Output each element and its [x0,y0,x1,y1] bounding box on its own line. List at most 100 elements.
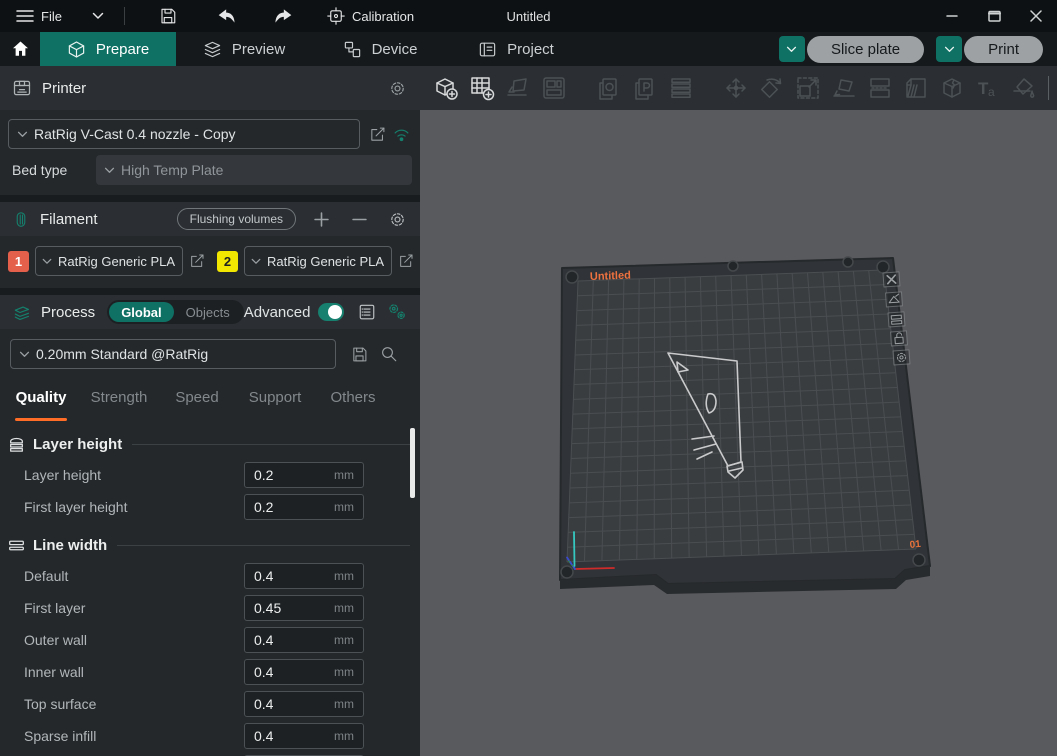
split-to-parts-icon[interactable] [631,75,658,102]
close-button[interactable] [1015,0,1057,32]
prepare-icon [67,40,86,59]
undo-button[interactable] [211,4,243,28]
rotate-icon[interactable] [758,75,785,102]
tab-speed[interactable]: Speed [158,383,236,418]
arrange-icon[interactable] [540,75,567,102]
plate-name-label: Untitled [590,270,631,283]
scope-global-button[interactable]: Global [109,302,173,322]
viewport-3d[interactable]: Untitled 01 [420,110,1057,756]
home-button[interactable] [0,32,40,66]
minimize-button[interactable] [931,0,973,32]
parameter-table-icon[interactable] [356,301,378,323]
tab-prepare[interactable]: Prepare [40,32,176,66]
calibration-button[interactable]: Calibration [321,3,420,29]
filament-2-badge: 2 [217,251,238,272]
plate-settings-gear-icon[interactable] [893,350,910,365]
flushing-volumes-button[interactable]: Flushing volumes [177,208,296,230]
line-width-top-surface-input[interactable] [245,696,315,712]
bed-type-dropdown[interactable]: High Temp Plate [96,155,412,185]
arrange-plate-icon[interactable] [888,312,905,327]
line-width-sparse-infill-input[interactable] [245,728,315,744]
device-icon [343,40,362,59]
color-painting-icon[interactable] [1010,75,1037,102]
tab-prepare-label: Prepare [96,41,149,58]
redo-button[interactable] [267,4,299,28]
add-plate-icon[interactable] [468,75,495,102]
search-icon[interactable] [378,343,400,365]
text-tool-icon[interactable]: Ta [974,75,1001,102]
edit-filament-1-icon[interactable] [189,250,205,272]
advanced-label: Advanced [244,304,311,321]
printer-preset-value: RatRig V-Cast 0.4 nozzle - Copy [34,126,236,142]
line-width-outer-wall-input[interactable] [245,632,315,648]
tab-device[interactable]: Device [312,32,448,66]
file-menu[interactable]: File [10,5,68,28]
print-dropdown[interactable] [936,36,962,62]
params-panel: Layer height Layer height mm First layer… [0,418,420,756]
edit-filament-2-icon[interactable] [398,250,414,272]
file-menu-dropdown[interactable] [86,8,110,24]
move-icon[interactable] [722,75,749,102]
process-preset-value: 0.20mm Standard @RatRig [36,346,208,362]
auto-orient-icon[interactable] [504,75,531,102]
plate-grid-area[interactable] [567,270,916,562]
tab-quality[interactable]: Quality [2,383,80,418]
line-width-first-layer-input[interactable] [245,600,315,616]
variable-layer-height-icon[interactable] [667,75,694,102]
layer-height-input[interactable] [245,467,315,483]
compare-presets-gears-icon[interactable] [386,301,408,323]
value-box: mm [244,494,364,520]
cut-icon[interactable] [866,75,893,102]
top-strip: Printer [0,66,1057,110]
split-to-objects-icon[interactable] [595,75,622,102]
advanced-toggle[interactable] [318,303,344,321]
lay-on-face-icon[interactable] [830,75,857,102]
line-width-inner-wall-input[interactable] [245,664,315,680]
build-plate-canvas[interactable]: Untitled 01 [420,110,1057,756]
remove-filament-icon[interactable] [348,208,370,230]
rename-plate-icon[interactable] [886,292,903,307]
layer-height-group-icon [8,437,25,452]
filament-settings-gear-icon[interactable] [386,208,408,230]
tab-strength[interactable]: Strength [80,383,158,418]
filament-1-dropdown[interactable]: RatRig Generic PLA [35,246,183,276]
printer-settings-gear-icon[interactable] [386,77,408,99]
scale-icon[interactable] [794,75,821,102]
filament-2-value: RatRig Generic PLA [267,254,384,269]
redo-icon [273,8,293,24]
line-width-default-input[interactable] [245,568,315,584]
group-divider-line [132,444,410,445]
save-button[interactable] [153,3,183,29]
tab-preview[interactable]: Preview [176,32,312,66]
tab-others[interactable]: Others [314,383,392,418]
print-button[interactable]: Print [964,36,1043,63]
edit-printer-icon[interactable] [366,123,388,145]
toolbar-separator [1048,76,1049,100]
add-filament-icon[interactable] [310,208,332,230]
maximize-button[interactable] [973,0,1015,32]
filament-2-dropdown[interactable]: RatRig Generic PLA [244,246,392,276]
delete-plate-icon[interactable] [883,272,900,287]
process-preset-dropdown[interactable]: 0.20mm Standard @RatRig [10,339,336,369]
slice-plate-dropdown[interactable] [779,36,805,62]
support-painting-icon[interactable] [902,75,929,102]
titlebar-separator [124,7,125,25]
param-row: Default mm [0,560,420,592]
sidebar-scrollbar[interactable] [410,428,415,498]
chevron-down-icon [104,167,115,174]
mesh-boolean-icon[interactable] [938,75,965,102]
printer-connection-wifi-icon[interactable] [390,123,412,145]
filament-section-body: 1 RatRig Generic PLA 2 RatRig Generic PL… [0,236,420,288]
tab-project[interactable]: Project [448,32,584,66]
lock-plate-icon[interactable] [891,331,908,346]
process-preset-row: 0.20mm Standard @RatRig [0,329,420,373]
printer-preset-dropdown[interactable]: RatRig V-Cast 0.4 nozzle - Copy [8,119,360,149]
first-layer-height-input[interactable] [245,499,315,515]
slice-plate-button[interactable]: Slice plate [807,36,924,63]
param-row: Inner wall mm [0,656,420,688]
tab-support[interactable]: Support [236,383,314,418]
scope-objects-button[interactable]: Objects [174,302,242,322]
save-preset-icon[interactable] [348,343,370,365]
add-object-icon[interactable] [432,75,459,102]
title-bar: File Calibration [0,0,1057,32]
